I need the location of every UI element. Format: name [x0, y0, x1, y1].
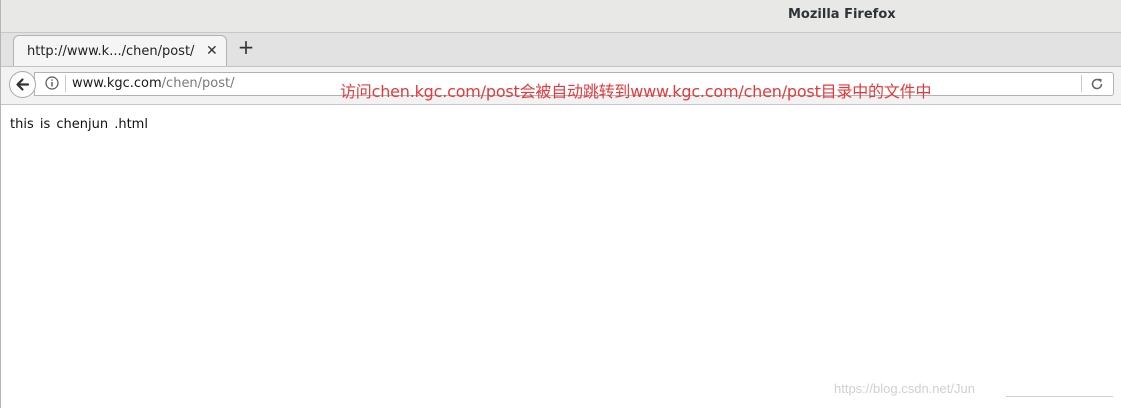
back-button[interactable]	[9, 71, 36, 98]
url-path: /chen/post/	[161, 76, 235, 91]
annotation-text: 访问chen.kgc.com/post会被自动跳转到www.kgc.com/ch…	[340, 82, 932, 101]
watermark-underline	[1006, 396, 1113, 397]
reload-separator	[1081, 75, 1082, 92]
tab-strip: http://www.k.../chen/post/ ✕	[1, 33, 1121, 67]
page-content	[2, 105, 1121, 408]
reload-icon[interactable]	[1090, 77, 1104, 91]
info-icon[interactable]	[45, 76, 59, 90]
tab-active[interactable]: http://www.k.../chen/post/ ✕	[13, 35, 227, 66]
url-domain: www.kgc.com	[72, 76, 162, 91]
url-input[interactable]: www.kgc.com/chen/post/	[72, 76, 235, 91]
url-separator	[65, 75, 66, 92]
tab-label[interactable]: http://www.k.../chen/post/	[27, 44, 194, 59]
watermark: https://blog.csdn.net/Jun	[834, 381, 975, 396]
browser-window: Mozilla Firefox http://www.k.../chen/pos…	[0, 0, 1121, 408]
window-title: Mozilla Firefox	[788, 7, 896, 22]
close-icon[interactable]: ✕	[206, 42, 218, 60]
back-arrow-icon	[16, 78, 30, 91]
new-tab-button[interactable]: +	[237, 37, 255, 57]
title-bar: Mozilla Firefox	[1, 0, 1121, 33]
page-body-text: this is chenjun .html	[10, 117, 148, 132]
